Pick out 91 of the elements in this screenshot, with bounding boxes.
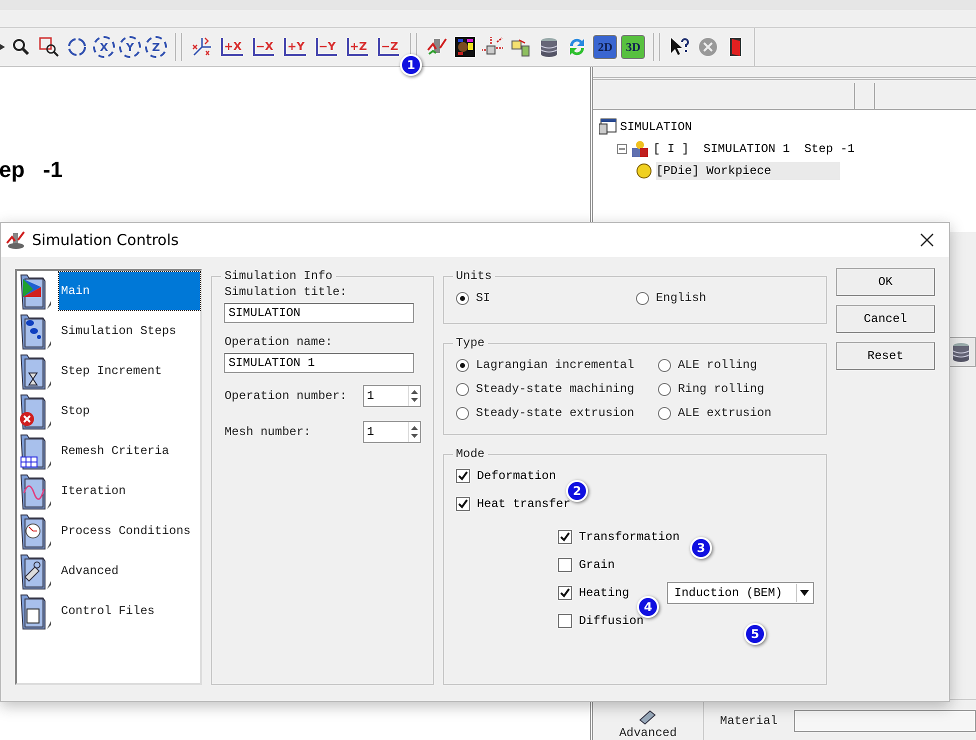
stop-icon: [698, 37, 718, 57]
radio-button[interactable]: [658, 382, 671, 396]
radio-button[interactable]: [456, 382, 469, 396]
caret-icon: [800, 590, 810, 596]
checkmark-icon: [560, 532, 570, 542]
toolbar-grip: [653, 33, 660, 61]
option-label: Lagrangian incremental: [476, 358, 634, 372]
simulation-icon: [599, 118, 617, 136]
database-icon: [951, 341, 971, 363]
option-label: ALE rolling: [678, 358, 758, 372]
option-label: ALE extrusion: [678, 406, 772, 420]
dialog-button[interactable]: Reset: [836, 342, 935, 370]
radio-button[interactable]: [658, 406, 671, 420]
dialog-title: Simulation Controls: [32, 231, 180, 249]
category-item[interactable]: Advanced: [59, 552, 200, 590]
group-title: Mode: [454, 447, 486, 461]
checkbox[interactable]: Grain: [558, 558, 615, 572]
dialog-button[interactable]: OK: [836, 268, 935, 296]
category-item[interactable]: Process Conditions: [59, 512, 200, 550]
objects-icon: [630, 139, 650, 159]
group-title: Simulation Info: [223, 269, 334, 283]
rotate-icon: [66, 36, 88, 58]
collapse-icon[interactable]: [617, 144, 627, 154]
category-item[interactable]: Main: [59, 272, 200, 310]
spin-arrows-icon: [410, 388, 419, 404]
option-label: Ring rolling: [678, 382, 764, 396]
field-label: Mesh number:: [224, 425, 311, 439]
close-icon: [920, 233, 934, 247]
option-label: SI: [476, 291, 490, 305]
field-label: Simulation title:: [224, 285, 348, 299]
category-item[interactable]: Iteration: [59, 472, 200, 510]
app-icon: [6, 230, 26, 250]
axis-view-button[interactable]: +Y: [284, 38, 306, 56]
zoom-window-button[interactable]: [37, 35, 61, 59]
material-field[interactable]: [794, 710, 976, 732]
axes-icon: [191, 36, 213, 58]
checkbox[interactable]: Heating: [558, 586, 630, 600]
number-spinner[interactable]: 1: [362, 385, 421, 407]
dialog-button[interactable]: Cancel: [836, 305, 935, 333]
checkbox[interactable]: Deformation: [456, 469, 556, 483]
radio-button[interactable]: [636, 292, 649, 304]
axis-view-button[interactable]: +X: [221, 38, 243, 56]
step-label: ep -1: [0, 157, 64, 183]
spin-arrows-icon: [410, 424, 419, 440]
sphere-icon: [635, 162, 653, 180]
toolbar-button[interactable]: [453, 35, 478, 59]
zoom-window-icon: [39, 37, 59, 57]
radio-button[interactable]: [658, 358, 671, 372]
input-field[interactable]: SIMULATION: [224, 303, 414, 323]
number-spinner[interactable]: 1: [362, 421, 421, 443]
arrow-icon: [0, 42, 5, 52]
rotate-axis-button[interactable]: Z: [145, 36, 167, 58]
magnifier-icon: [12, 38, 30, 56]
database-icon: [539, 36, 560, 58]
rotate-button[interactable]: [65, 35, 89, 59]
category-item[interactable]: Stop: [59, 392, 200, 430]
dropdown[interactable]: Induction (BEM): [667, 582, 814, 604]
radio-button[interactable]: [456, 358, 469, 372]
view-mode-button[interactable]: 3D: [621, 35, 646, 59]
radio-button[interactable]: [456, 292, 469, 304]
category-item[interactable]: Control Files: [59, 592, 200, 630]
tree-item[interactable]: [PDie] Workpiece: [656, 162, 840, 180]
axis-view-button[interactable]: +Z: [346, 38, 368, 56]
tree-item[interactable]: [ I ] SIMULATION 1 Step -1: [653, 140, 859, 158]
axis-view-button[interactable]: −Z: [378, 38, 400, 56]
checkmark-icon: [560, 588, 570, 598]
toolbar-grip: [175, 33, 182, 61]
axis-view-button[interactable]: −Y: [316, 38, 337, 56]
checkbox[interactable]: Transformation: [558, 530, 680, 544]
tree-item[interactable]: SIMULATION: [620, 118, 696, 136]
category-item[interactable]: Remesh Criteria: [59, 432, 200, 470]
field-label: Operation name:: [224, 335, 334, 349]
category-item[interactable]: Simulation Steps: [59, 312, 200, 350]
advanced-tab-label[interactable]: Advanced: [619, 726, 677, 740]
option-label: Steady-state machining: [476, 382, 634, 396]
checkmark-icon: [458, 499, 468, 509]
checkmark-icon: [458, 471, 468, 481]
radio-button[interactable]: [456, 406, 469, 420]
option-label: English: [656, 291, 706, 305]
input-field[interactable]: SIMULATION 1: [224, 353, 414, 373]
help-cursor-icon: [669, 36, 692, 58]
group-title: Type: [454, 336, 486, 350]
material-label: Material: [720, 714, 778, 728]
rotate-axis-button[interactable]: Y: [119, 36, 141, 58]
rotate-axis-button[interactable]: X: [93, 36, 115, 58]
field-label: Operation number:: [224, 389, 347, 403]
group-title: Units: [454, 269, 493, 283]
option-label: Steady-state extrusion: [476, 406, 634, 420]
category-item[interactable]: Step Increment: [59, 352, 200, 390]
axis-view-button[interactable]: −X: [252, 38, 274, 56]
color-grid-icon: [455, 37, 476, 57]
